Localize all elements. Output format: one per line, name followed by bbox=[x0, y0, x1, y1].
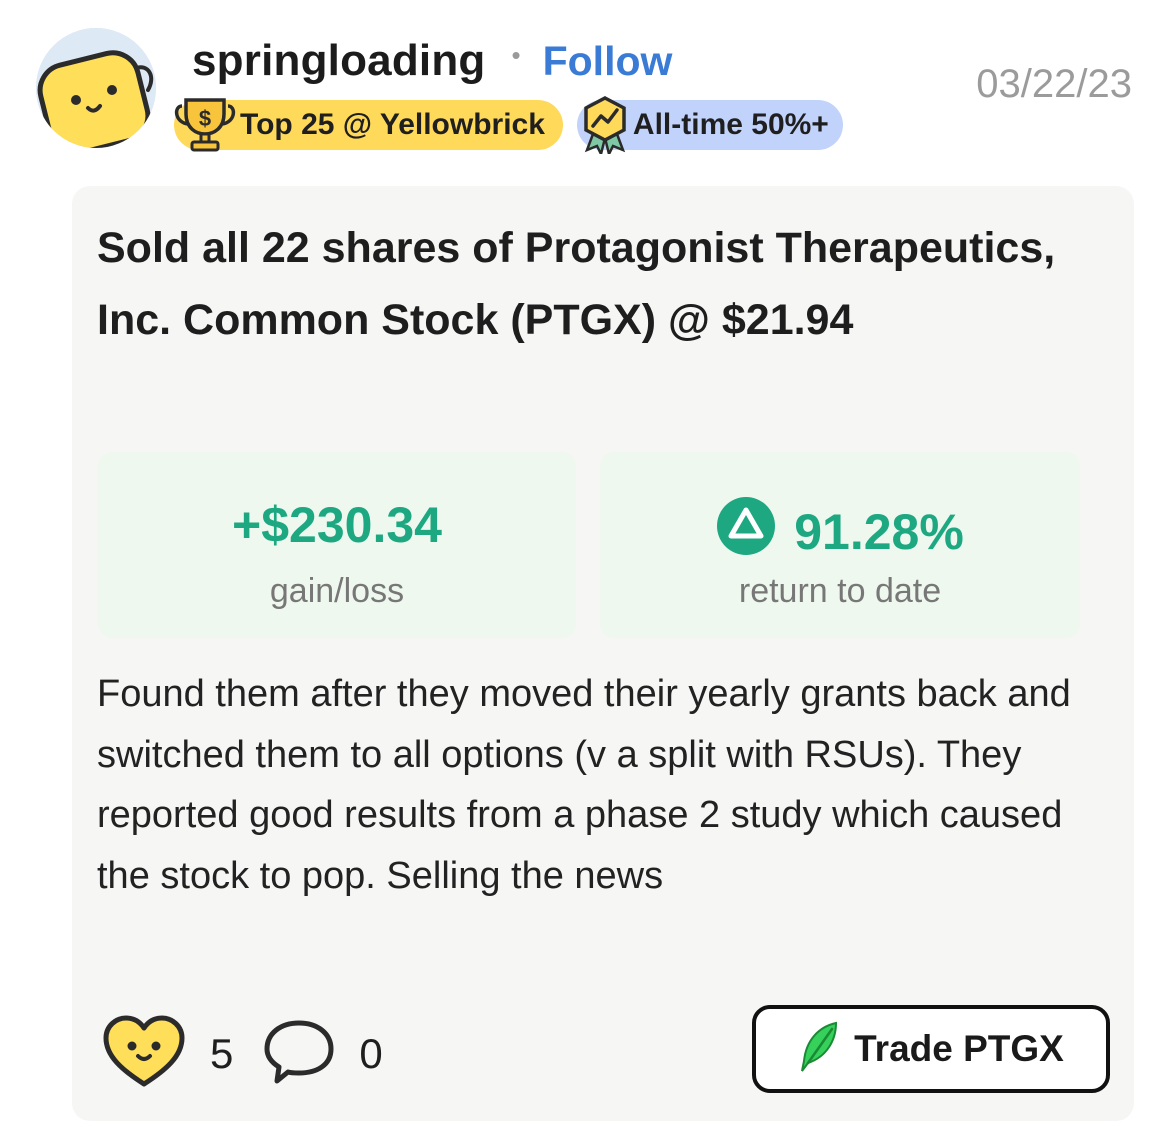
robinhood-feather-icon bbox=[798, 1021, 840, 1078]
follow-button[interactable]: Follow bbox=[543, 38, 673, 85]
badge-top25[interactable]: $ Top 25 @ Yellowbrick bbox=[174, 98, 563, 152]
gain-value: +$230.34 bbox=[232, 497, 442, 553]
post-date: 03/22/23 bbox=[976, 62, 1132, 106]
trend-medal-icon bbox=[577, 94, 633, 162]
separator-dot: • bbox=[511, 39, 521, 70]
return-value-row: 91.28% bbox=[600, 496, 1080, 568]
post-title: Sold all 22 shares of Protagonist Therap… bbox=[97, 224, 1056, 344]
comment-bubble-icon[interactable] bbox=[263, 1017, 335, 1090]
badge-top25-label: Top 25 @ Yellowbrick bbox=[240, 108, 545, 141]
gain-loss-stat: +$230.34 gain/loss bbox=[98, 452, 576, 638]
like-count: 5 bbox=[210, 1029, 234, 1077]
username[interactable]: springloading bbox=[192, 36, 485, 86]
username-row: springloading • Follow bbox=[192, 34, 672, 88]
post-body: Found them after they moved their yearly… bbox=[97, 673, 1071, 897]
post-card: Sold all 22 shares of Protagonist Therap… bbox=[72, 186, 1134, 1121]
gain-label: gain/loss bbox=[269, 572, 405, 610]
reaction-bar: 5 0 bbox=[102, 1014, 383, 1093]
up-arrow-icon bbox=[716, 496, 776, 568]
badge-alltime-label: All-time 50%+ bbox=[632, 108, 829, 141]
trophy-icon: $ bbox=[174, 94, 236, 162]
heart-face-icon[interactable] bbox=[102, 1014, 186, 1093]
yellow-mascot-avatar-icon bbox=[36, 28, 156, 148]
return-value: 91.28% bbox=[794, 504, 964, 560]
svg-text:$: $ bbox=[199, 106, 211, 131]
user-avatar[interactable] bbox=[36, 28, 156, 148]
trade-button[interactable]: Trade PTGX bbox=[752, 1005, 1110, 1093]
badge-row: $ Top 25 @ Yellowbrick All-time 50%+ bbox=[174, 96, 843, 158]
badge-alltime[interactable]: All-time 50%+ bbox=[576, 96, 843, 158]
return-stat: 91.28% return to date bbox=[600, 452, 1080, 638]
return-label: return to date bbox=[738, 572, 942, 610]
trade-button-label: Trade PTGX bbox=[854, 1028, 1064, 1069]
comment-count: 0 bbox=[359, 1029, 383, 1077]
post-page: springloading • Follow 03/22/23 $ Top 25… bbox=[0, 0, 1170, 1138]
